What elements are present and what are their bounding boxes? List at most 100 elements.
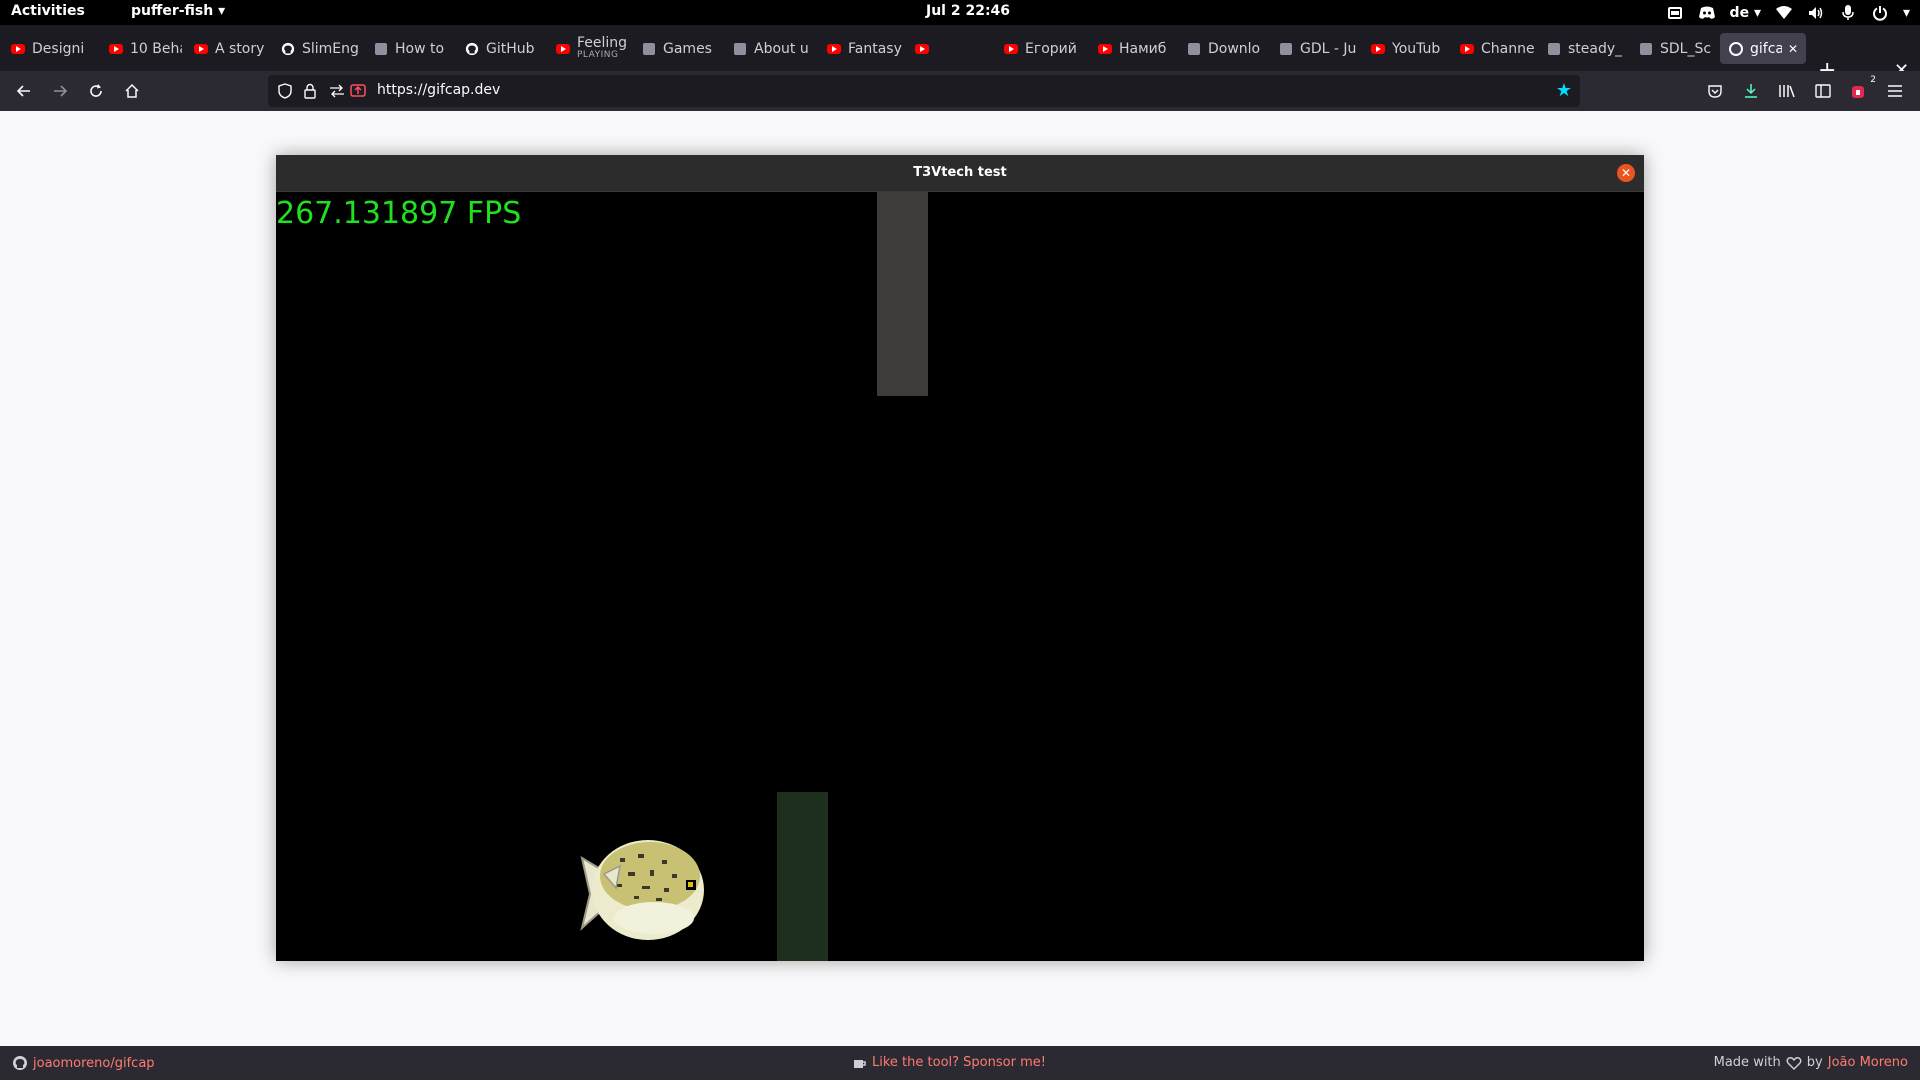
tab-label: A story [215, 40, 265, 57]
page-content: T3Vtech test ✕ 267.131897 FPS [0, 111, 1920, 1046]
home-button[interactable] [120, 79, 144, 103]
github-icon [13, 1056, 27, 1070]
tab-4[interactable]: How to [365, 33, 453, 64]
author-link[interactable]: João Moreno [1828, 1055, 1908, 1070]
reload-icon [90, 84, 102, 97]
home-icon [125, 83, 139, 98]
coffee-icon [854, 1059, 866, 1068]
extension-badge: 2 [1870, 75, 1876, 85]
tab-label: Егорий [1025, 40, 1077, 57]
made-with-credit: Made with by João Moreno [1714, 1055, 1908, 1070]
discord-icon[interactable] [1698, 4, 1716, 22]
window-switcher-icon[interactable] [1666, 4, 1684, 22]
tab-2[interactable]: A story [185, 33, 269, 64]
tab-5[interactable]: GitHub [456, 33, 544, 64]
site-icon [1186, 41, 1202, 57]
close-tab-icon[interactable]: ✕ [1788, 42, 1798, 56]
power-menu-arrow[interactable]: ▾ [1903, 5, 1910, 21]
github-icon [280, 41, 296, 57]
by-label: by [1806, 1055, 1823, 1070]
downloads-icon[interactable] [1740, 80, 1762, 102]
power-icon[interactable] [1871, 4, 1889, 22]
permissions-icon[interactable] [329, 83, 345, 99]
tab-10[interactable] [906, 33, 984, 64]
tab-8[interactable]: About u [724, 33, 814, 64]
tab-15[interactable]: YouTub [1362, 33, 1448, 64]
clock[interactable]: Jul 2 22:46 [926, 3, 1010, 19]
top-pipe [877, 192, 928, 396]
hamburger-menu-icon[interactable] [1884, 80, 1906, 102]
tab-14[interactable]: GDL - Ju [1270, 33, 1358, 64]
youtube-icon [10, 41, 26, 57]
tab-12[interactable]: Намиб [1089, 33, 1175, 64]
tab-label: Fantasy [848, 40, 902, 57]
youtube-icon [555, 41, 571, 57]
activities-button[interactable]: Activities [11, 3, 85, 19]
tab-label: Намиб [1119, 40, 1167, 57]
tracking-protection-shield-icon[interactable] [277, 83, 293, 99]
tab-6[interactable]: Feeling PLAYING [547, 33, 631, 64]
tab-13[interactable]: Downlo [1178, 33, 1266, 64]
tab-label: steady_ [1568, 40, 1623, 57]
lock-icon[interactable] [302, 83, 318, 99]
extension-icon[interactable]: 2 [1848, 75, 1876, 102]
tab-playing-label: PLAYING [577, 49, 619, 60]
back-button[interactable] [12, 79, 36, 103]
fps-counter: 267.131897 FPS [276, 196, 522, 231]
url-bar[interactable]: https://gifcap.dev ★ [268, 75, 1580, 107]
url-text[interactable]: https://gifcap.dev [377, 82, 500, 98]
app-menu[interactable]: puffer-fish ▾ [131, 3, 225, 19]
made-with-label: Made with [1713, 1055, 1781, 1070]
wifi-icon[interactable] [1775, 4, 1793, 22]
keyboard-layout[interactable]: de ▾ [1730, 5, 1761, 21]
screen-sharing-icon[interactable] [350, 83, 366, 99]
puffer-fish-sprite [580, 840, 704, 940]
browser-tab-strip: Designi 10 Beha A story SlimEng How to GitHub… [0, 25, 1920, 83]
library-icon[interactable] [1776, 80, 1798, 102]
volume-icon[interactable] [1807, 4, 1825, 22]
microphone-icon[interactable] [1839, 4, 1857, 22]
sponsor-link-text[interactable]: Like the tool? Sponsor me! [872, 1055, 1046, 1070]
tab-label: About u [754, 40, 809, 57]
bottom-pipe [777, 792, 828, 961]
forward-arrow-icon [54, 85, 68, 97]
tab-label: How to [395, 40, 445, 57]
tab-label: Feeling [577, 34, 628, 51]
youtube-icon [1097, 41, 1113, 57]
tab-label: 10 Beha [130, 40, 182, 57]
app-close-button[interactable]: ✕ [1617, 164, 1635, 182]
tab-label: YouTub [1392, 40, 1441, 57]
pocket-icon[interactable] [1704, 80, 1726, 102]
tab-label: gifcap [1750, 40, 1782, 57]
forward-button[interactable] [48, 79, 72, 103]
youtube-icon [826, 41, 842, 57]
reload-button[interactable] [84, 79, 108, 103]
sidebar-icon[interactable] [1812, 80, 1834, 102]
youtube-icon [108, 41, 124, 57]
tab-label: Downlo [1208, 40, 1261, 57]
youtube-icon [1003, 41, 1019, 57]
tab-17[interactable]: steady_ [1538, 33, 1626, 64]
bookmark-star-icon[interactable]: ★ [1556, 80, 1572, 101]
system-tray[interactable]: de ▾ ▾ [1666, 1, 1910, 24]
tab-11[interactable]: Егорий [995, 33, 1085, 64]
tab-19[interactable]: gifcap ✕ [1720, 33, 1806, 64]
tab-0[interactable]: Designi [2, 33, 97, 64]
tab-18[interactable]: SDL_Sc [1630, 33, 1716, 64]
tab-3[interactable]: SlimEng [272, 33, 362, 64]
tab-9[interactable]: Fantasy [818, 33, 902, 64]
game-canvas[interactable]: 267.131897 FPS [276, 192, 1644, 961]
repo-link[interactable]: joaomoreno/gifcap [12, 1055, 155, 1071]
tab-7[interactable]: Games [633, 33, 721, 64]
tab-label: Games [663, 40, 712, 57]
tab-label: SDL_Sc [1660, 40, 1712, 57]
tab-16[interactable]: Channe [1451, 33, 1535, 64]
app-window-title: T3Vtech test [276, 155, 1644, 192]
repo-link-text[interactable]: joaomoreno/gifcap [33, 1056, 155, 1071]
gifcap-icon [1728, 41, 1744, 57]
github-icon [464, 41, 480, 57]
youtube-icon [1370, 41, 1386, 57]
sponsor-link[interactable]: Like the tool? Sponsor me! [853, 1055, 1046, 1070]
tab-label: GitHub [486, 40, 535, 57]
tab-1[interactable]: 10 Beha [100, 33, 182, 64]
